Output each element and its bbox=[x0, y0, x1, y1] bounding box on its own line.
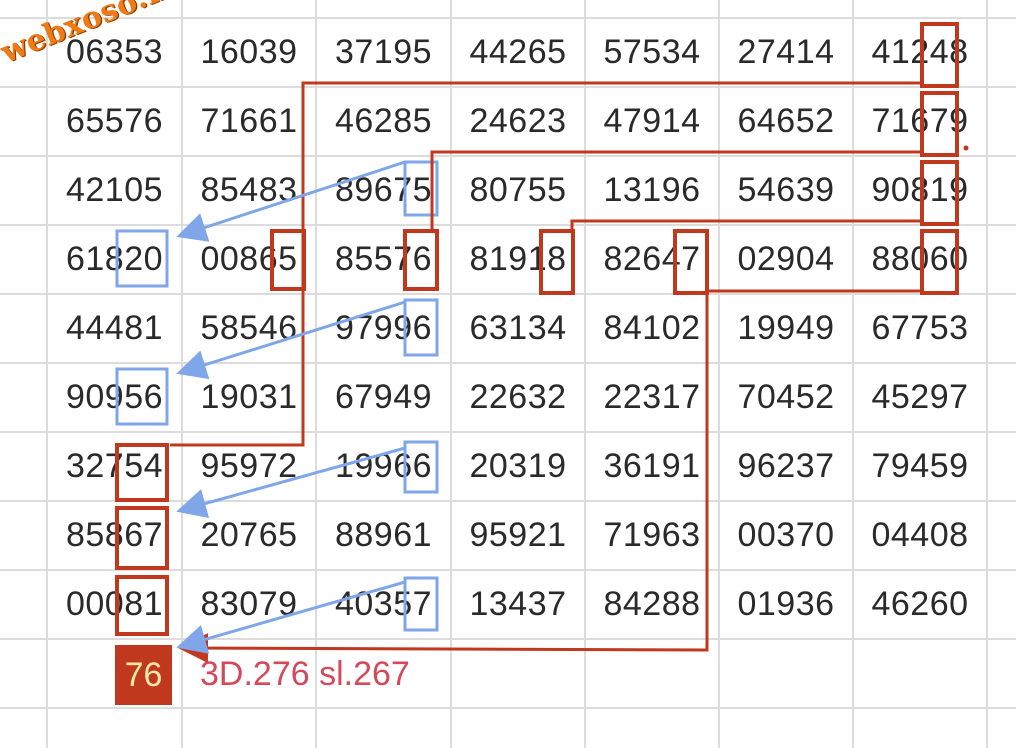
red-connector-row2 bbox=[430, 150, 922, 231]
result-number: 76 bbox=[115, 645, 172, 705]
blue-highlight-r7c3 bbox=[403, 440, 439, 494]
result-note: 3D.276 sl.267 bbox=[200, 655, 410, 693]
red-highlight-r1c7 bbox=[920, 22, 959, 88]
blue-arrow-1 bbox=[176, 160, 406, 242]
blue-arrow-4 bbox=[176, 580, 406, 654]
blue-highlight-r5c3 bbox=[403, 298, 439, 357]
blue-arrow-3 bbox=[176, 446, 406, 519]
red-highlight-r4c5 bbox=[673, 229, 709, 295]
red-highlight-r4c4 bbox=[539, 229, 575, 295]
red-connector-row4 bbox=[178, 289, 922, 664]
annotation-overlay bbox=[115, 22, 969, 664]
red-highlight-r9c1 bbox=[115, 575, 169, 636]
blue-highlight-r9c3 bbox=[403, 576, 439, 632]
red-dot bbox=[963, 145, 969, 151]
red-connector-row3 bbox=[570, 219, 922, 231]
red-highlight-r4c7 bbox=[920, 229, 959, 295]
red-highlight-r4c3 bbox=[403, 229, 439, 291]
red-highlight-r7c1 bbox=[115, 443, 169, 502]
red-highlight-r4c2 bbox=[270, 229, 306, 291]
blue-arrow-2 bbox=[176, 300, 406, 380]
red-highlight-r3c7 bbox=[920, 160, 959, 226]
red-highlight-r2c7 bbox=[920, 91, 959, 157]
blue-highlight-r6c1 bbox=[115, 367, 169, 426]
red-highlight-r8c1 bbox=[115, 506, 169, 570]
blue-highlight-r4c1 bbox=[115, 229, 169, 288]
red-connector-top bbox=[170, 81, 922, 447]
